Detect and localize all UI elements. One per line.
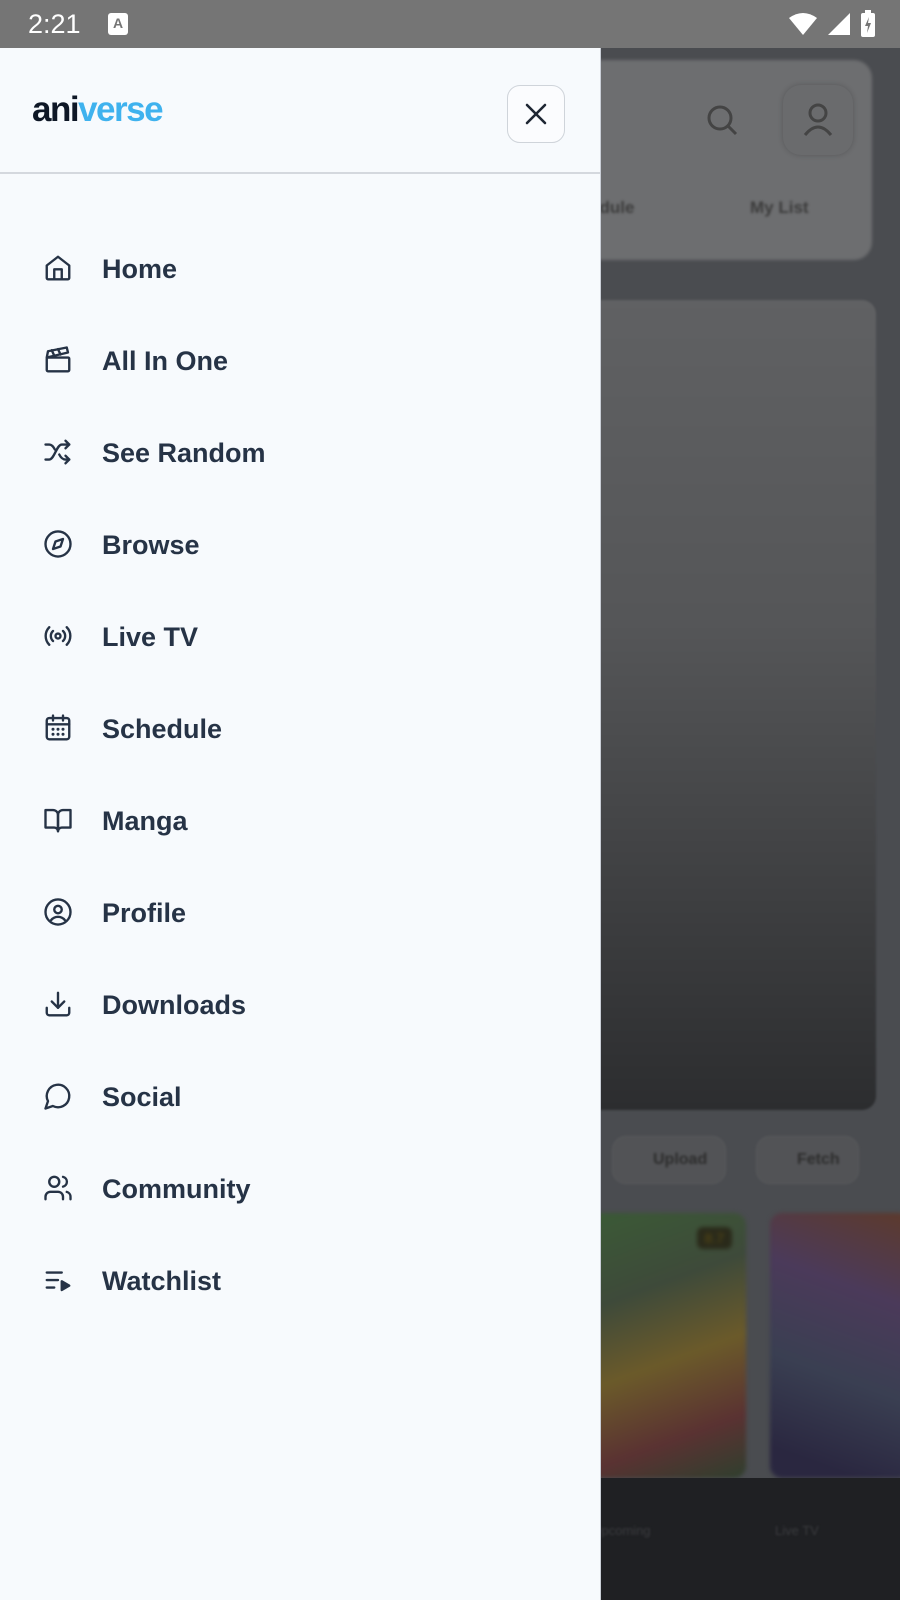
wifi-icon — [789, 13, 817, 35]
bg-nav-livetv: Live TV — [775, 1523, 819, 1538]
home-icon — [43, 253, 73, 283]
menu-label: Browse — [102, 530, 200, 560]
navigation-drawer: aniverse Home All In One See Random Brow… — [0, 48, 601, 1600]
menu-label: Watchlist — [102, 1266, 222, 1296]
menu-label: Manga — [102, 806, 188, 836]
drawer-header: aniverse — [0, 48, 600, 174]
user-icon — [803, 103, 833, 136]
a-keyboard-icon: A — [108, 13, 128, 35]
menu-label: Schedule — [102, 714, 223, 744]
menu-item-downloads[interactable]: Downloads — [0, 974, 600, 1034]
download-icon — [43, 989, 73, 1019]
menu-label: Social — [102, 1082, 182, 1112]
shuffle-icon — [43, 437, 73, 467]
compass-icon — [43, 529, 73, 559]
menu-label: Downloads — [102, 990, 247, 1020]
menu-item-community[interactable]: Community — [0, 1158, 600, 1218]
menu-item-see-random[interactable]: See Random — [0, 422, 600, 482]
menu-item-browse[interactable]: Browse — [0, 514, 600, 574]
bg-chip-fetch: Fetch — [756, 1136, 859, 1184]
bg-tab-mylist: My List — [750, 198, 809, 217]
battery-charging-icon — [861, 10, 875, 37]
list-video-icon — [43, 1265, 73, 1295]
menu-label: Profile — [102, 898, 187, 928]
bg-avatar-button — [783, 85, 853, 155]
bg-bottom-nav — [560, 1478, 900, 1600]
clapperboard-icon — [43, 345, 73, 375]
user-circle-icon — [43, 897, 73, 927]
menu-item-social[interactable]: Social — [0, 1066, 600, 1126]
menu-item-live-tv[interactable]: Live TV — [0, 606, 600, 666]
menu-item-all-in-one[interactable]: All In One — [0, 330, 600, 390]
menu-label: All In One — [102, 346, 229, 376]
logo-text-verse: verse — [78, 90, 163, 129]
bg-rating-badge: 8.7 — [696, 1227, 732, 1249]
logo-text-ani: ani — [32, 90, 80, 129]
status-time: 2:21 — [28, 9, 81, 39]
menu-label: Live TV — [102, 622, 199, 652]
close-drawer-button[interactable] — [507, 85, 565, 143]
app-logo[interactable]: aniverse — [32, 90, 164, 130]
status-icons — [788, 10, 876, 38]
menu-item-home[interactable]: Home — [0, 238, 600, 298]
menu-item-watchlist[interactable]: Watchlist — [0, 1250, 600, 1310]
menu-label: Community — [102, 1174, 251, 1204]
menu-label: Home — [102, 254, 178, 284]
radio-broadcast-icon — [43, 621, 73, 651]
menu-label: See Random — [102, 438, 266, 468]
bg-poster — [770, 1213, 900, 1478]
users-icon — [43, 1173, 73, 1203]
close-icon — [525, 103, 547, 125]
search-icon — [707, 105, 738, 136]
bg-poster: 8.7 — [590, 1213, 746, 1478]
message-circle-icon — [43, 1081, 73, 1111]
bg-hero-banner — [560, 300, 876, 1110]
bg-chip-upload: Upload — [612, 1136, 727, 1184]
menu-item-manga[interactable]: Manga — [0, 790, 600, 850]
status-bar: 2:21 A — [0, 0, 900, 48]
calendar-icon — [43, 713, 73, 743]
menu-item-profile[interactable]: Profile — [0, 882, 600, 942]
signal-icon — [828, 13, 850, 35]
menu-item-schedule[interactable]: Schedule — [0, 698, 600, 758]
book-open-icon — [43, 805, 73, 835]
